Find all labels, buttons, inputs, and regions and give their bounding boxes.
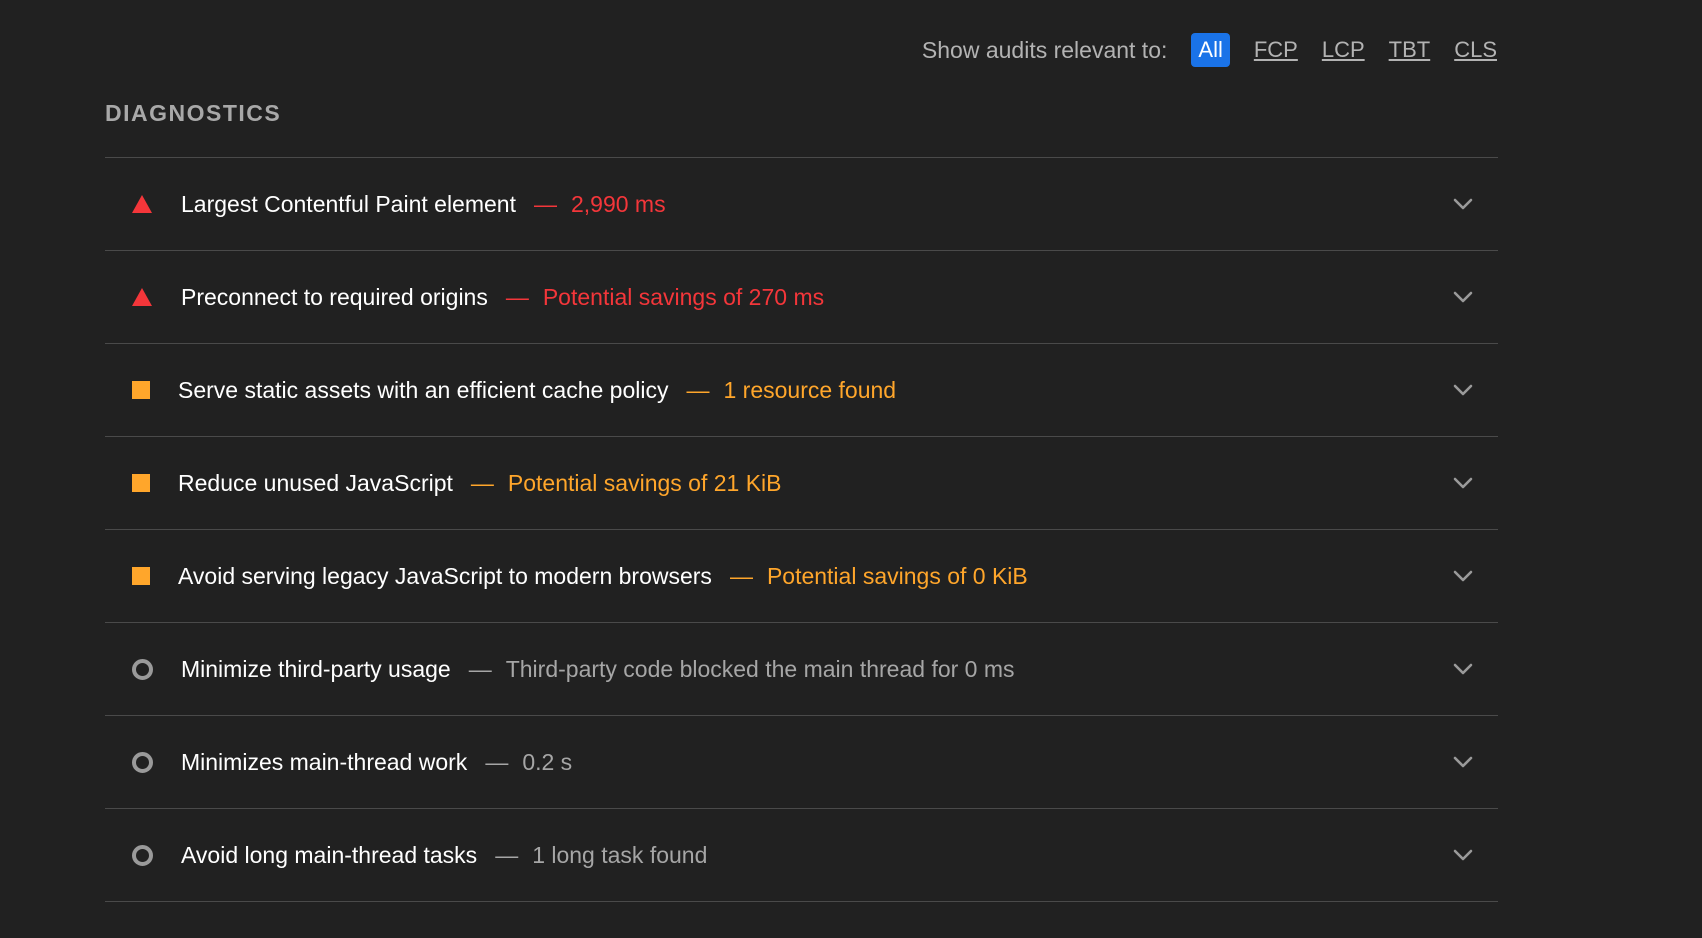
audit-title: Largest Contentful Paint element: [181, 190, 516, 217]
audit-filter-bar: Show audits relevant to: All FCP LCP TBT…: [0, 30, 1497, 70]
audit-row[interactable]: Preconnect to required origins — Potenti…: [105, 251, 1498, 344]
chevron-down-icon[interactable]: [1452, 197, 1474, 211]
audit-title: Serve static assets with an efficient ca…: [178, 376, 669, 403]
audit-value: Third-party code blocked the main thread…: [505, 655, 1015, 682]
audit-title: Avoid long main-thread tasks: [181, 841, 478, 868]
chevron-down-icon[interactable]: [1452, 848, 1474, 862]
audit-list: Largest Contentful Paint element — 2,990…: [105, 157, 1498, 902]
audit-value: 0.2 s: [522, 748, 573, 775]
audit-title: Avoid serving legacy JavaScript to moder…: [178, 562, 712, 589]
audit-separator: —: [468, 655, 492, 682]
audit-row[interactable]: Minimizes main-thread work — 0.2 s: [105, 716, 1498, 809]
audit-title: Minimize third-party usage: [181, 655, 451, 682]
audit-row[interactable]: Largest Contentful Paint element — 2,990…: [105, 158, 1498, 251]
info-circle-icon: [132, 844, 153, 866]
audit-title: Minimizes main-thread work: [181, 748, 468, 775]
audit-value: 1 resource found: [723, 376, 897, 403]
audit-value: 1 long task found: [532, 841, 708, 868]
filter-tbt-button[interactable]: TBT: [1389, 33, 1431, 67]
audit-value: Potential savings of 270 ms: [542, 283, 825, 310]
chevron-down-icon[interactable]: [1452, 476, 1474, 490]
audit-separator: —: [686, 376, 710, 403]
chevron-down-icon[interactable]: [1452, 383, 1474, 397]
filter-fcp-button[interactable]: FCP: [1254, 33, 1298, 67]
audit-separator: —: [729, 562, 753, 589]
audit-title: Reduce unused JavaScript: [178, 469, 453, 496]
average-square-icon: [132, 381, 150, 399]
audit-value: 2,990 ms: [570, 190, 666, 217]
info-circle-icon: [132, 658, 153, 680]
info-circle-icon: [132, 751, 153, 773]
audit-title: Preconnect to required origins: [181, 283, 488, 310]
section-title: DIAGNOSTICS: [105, 100, 282, 126]
audit-row[interactable]: Minimize third-party usage — Third-party…: [105, 623, 1498, 716]
audit-value: Potential savings of 21 KiB: [507, 469, 782, 496]
audit-row[interactable]: Avoid serving legacy JavaScript to moder…: [105, 530, 1498, 623]
chevron-down-icon[interactable]: [1452, 290, 1474, 304]
audit-row[interactable]: Serve static assets with an efficient ca…: [105, 344, 1498, 437]
filter-cls-button[interactable]: CLS: [1454, 33, 1497, 67]
chevron-down-icon[interactable]: [1452, 662, 1474, 676]
chevron-down-icon[interactable]: [1452, 569, 1474, 583]
audit-value: Potential savings of 0 KiB: [766, 562, 1028, 589]
audit-separator: —: [470, 469, 494, 496]
filter-all-button[interactable]: All: [1191, 33, 1230, 67]
audit-separator: —: [485, 748, 509, 775]
audit-separator: —: [533, 190, 557, 217]
audit-row[interactable]: Avoid long main-thread tasks — 1 long ta…: [105, 809, 1498, 902]
audit-row[interactable]: Reduce unused JavaScript — Potential sav…: [105, 437, 1498, 530]
audit-separator: —: [495, 841, 519, 868]
average-square-icon: [132, 567, 150, 585]
filter-label: Show audits relevant to:: [921, 36, 1168, 63]
audit-separator: —: [505, 283, 529, 310]
warning-triangle-icon: [132, 288, 152, 306]
filter-lcp-button[interactable]: LCP: [1322, 33, 1365, 67]
chevron-down-icon[interactable]: [1452, 755, 1474, 769]
average-square-icon: [132, 474, 150, 492]
warning-triangle-icon: [132, 195, 152, 213]
